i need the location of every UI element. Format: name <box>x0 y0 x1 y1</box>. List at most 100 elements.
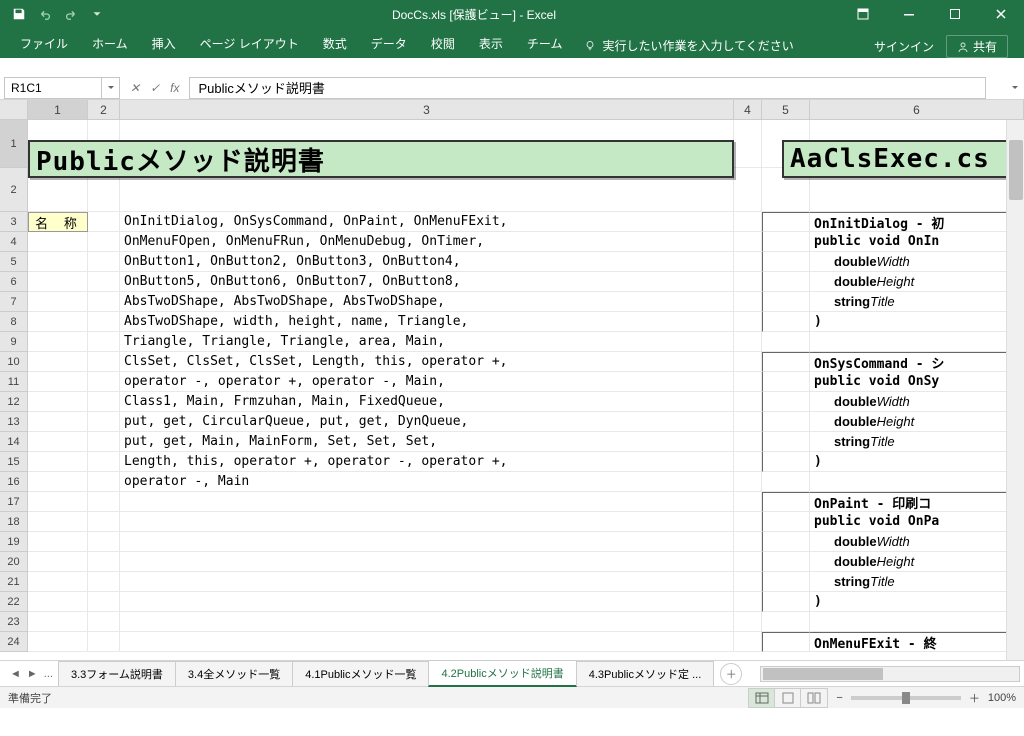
minimize-icon[interactable] <box>886 0 932 28</box>
cell[interactable] <box>762 632 810 652</box>
cell[interactable] <box>88 352 120 372</box>
cell[interactable] <box>28 332 88 352</box>
code-detail-cell[interactable]: double Width <box>810 252 1024 272</box>
cell[interactable] <box>734 572 762 592</box>
tab-team[interactable]: チーム <box>515 29 575 58</box>
cell[interactable] <box>88 312 120 332</box>
code-detail-cell[interactable]: OnInitDialog - 初 <box>810 212 1024 232</box>
cell[interactable] <box>88 392 120 412</box>
cell[interactable] <box>734 232 762 252</box>
formula-expand-icon[interactable] <box>1006 77 1024 99</box>
cell[interactable] <box>88 272 120 292</box>
fx-icon[interactable]: fx <box>170 81 179 95</box>
method-line-cell[interactable]: put, get, CircularQueue, put, get, DynQu… <box>120 412 734 432</box>
method-line-cell[interactable] <box>120 492 734 512</box>
row-header[interactable]: 2 <box>0 168 28 212</box>
row-header[interactable]: 6 <box>0 272 28 292</box>
cell[interactable] <box>734 552 762 572</box>
cell[interactable] <box>762 252 810 272</box>
cell[interactable] <box>88 332 120 352</box>
redo-icon[interactable] <box>60 3 82 25</box>
row-header[interactable]: 12 <box>0 392 28 412</box>
tab-data[interactable]: データ <box>359 29 419 58</box>
cell[interactable] <box>88 372 120 392</box>
code-detail-cell[interactable]: string Title <box>810 432 1024 452</box>
cell[interactable] <box>734 452 762 472</box>
row-header[interactable]: 14 <box>0 432 28 452</box>
zoom-in-icon[interactable]: ＋ <box>969 690 980 706</box>
code-detail-cell[interactable]: string Title <box>810 572 1024 592</box>
cell[interactable] <box>762 352 810 372</box>
col-header-5[interactable]: 5 <box>762 100 810 119</box>
cell[interactable] <box>762 572 810 592</box>
method-line-cell[interactable] <box>120 612 734 632</box>
method-line-cell[interactable] <box>120 552 734 572</box>
row-header[interactable]: 22 <box>0 592 28 612</box>
code-detail-cell[interactable]: OnSysCommand - シ <box>810 352 1024 372</box>
cell[interactable] <box>762 212 810 232</box>
row-header[interactable]: 5 <box>0 252 28 272</box>
cell[interactable] <box>734 612 762 632</box>
cell[interactable] <box>734 392 762 412</box>
cell[interactable] <box>762 332 810 352</box>
cell[interactable] <box>762 592 810 612</box>
cell[interactable] <box>762 472 810 492</box>
code-detail-cell[interactable]: double Width <box>810 532 1024 552</box>
cell[interactable] <box>734 252 762 272</box>
cell[interactable] <box>28 272 88 292</box>
code-detail-cell[interactable]: double Height <box>810 552 1024 572</box>
cell[interactable] <box>762 232 810 252</box>
code-detail-cell[interactable]: OnMenuFExit - 終 <box>810 632 1024 652</box>
row-header[interactable]: 4 <box>0 232 28 252</box>
cell[interactable] <box>734 432 762 452</box>
col-header-6[interactable]: 6 <box>810 100 1024 119</box>
method-line-cell[interactable] <box>120 532 734 552</box>
cell[interactable] <box>28 372 88 392</box>
cell[interactable] <box>88 432 120 452</box>
cell[interactable] <box>88 512 120 532</box>
row-header[interactable]: 15 <box>0 452 28 472</box>
col-header-1[interactable]: 1 <box>28 100 88 119</box>
tab-view[interactable]: 表示 <box>467 29 515 58</box>
method-line-cell[interactable] <box>120 512 734 532</box>
cell[interactable] <box>734 312 762 332</box>
formula-input[interactable]: Publicメソッド説明書 <box>189 77 986 99</box>
sheet-nav-prev-icon[interactable]: ◄ <box>10 668 21 680</box>
scrollbar-thumb[interactable] <box>1009 140 1023 200</box>
cell[interactable] <box>88 472 120 492</box>
worksheet-grid[interactable]: 1 2 3 4 5 6 1 Publicメソッド説明書 AaClsExec.cs… <box>0 100 1024 660</box>
row-header[interactable]: 24 <box>0 632 28 652</box>
cell[interactable] <box>762 612 810 632</box>
row-header[interactable]: 18 <box>0 512 28 532</box>
share-button[interactable]: 共有 <box>946 35 1008 58</box>
code-detail-cell[interactable]: public void OnIn <box>810 232 1024 252</box>
method-line-cell[interactable]: operator -, operator +, operator -, Main… <box>120 372 734 392</box>
cell[interactable] <box>762 532 810 552</box>
tab-file[interactable]: ファイル <box>8 29 80 58</box>
zoom-slider[interactable] <box>851 696 961 700</box>
cell[interactable] <box>88 252 120 272</box>
label-name-cell[interactable]: 名 称 <box>28 212 88 232</box>
zoom-out-icon[interactable]: − <box>836 692 842 704</box>
row-header[interactable]: 7 <box>0 292 28 312</box>
tab-review[interactable]: 校閲 <box>419 29 467 58</box>
cell[interactable] <box>734 120 762 168</box>
save-icon[interactable] <box>8 3 30 25</box>
close-icon[interactable] <box>978 0 1024 28</box>
cell[interactable] <box>88 232 120 252</box>
cell[interactable] <box>28 612 88 632</box>
cell[interactable] <box>762 312 810 332</box>
cell[interactable] <box>734 492 762 512</box>
code-detail-cell[interactable] <box>810 332 1024 352</box>
row-header[interactable]: 19 <box>0 532 28 552</box>
sheet-tab[interactable]: 4.1Publicメソッド一覧 <box>292 661 429 686</box>
zoom-level[interactable]: 100% <box>988 692 1016 704</box>
cell[interactable] <box>734 412 762 432</box>
select-all-corner[interactable] <box>0 100 28 119</box>
cell[interactable] <box>762 492 810 512</box>
cell[interactable] <box>88 572 120 592</box>
cell[interactable] <box>734 512 762 532</box>
cell[interactable] <box>734 632 762 652</box>
cell[interactable] <box>88 292 120 312</box>
method-line-cell[interactable]: OnButton5, OnButton6, OnButton7, OnButto… <box>120 272 734 292</box>
